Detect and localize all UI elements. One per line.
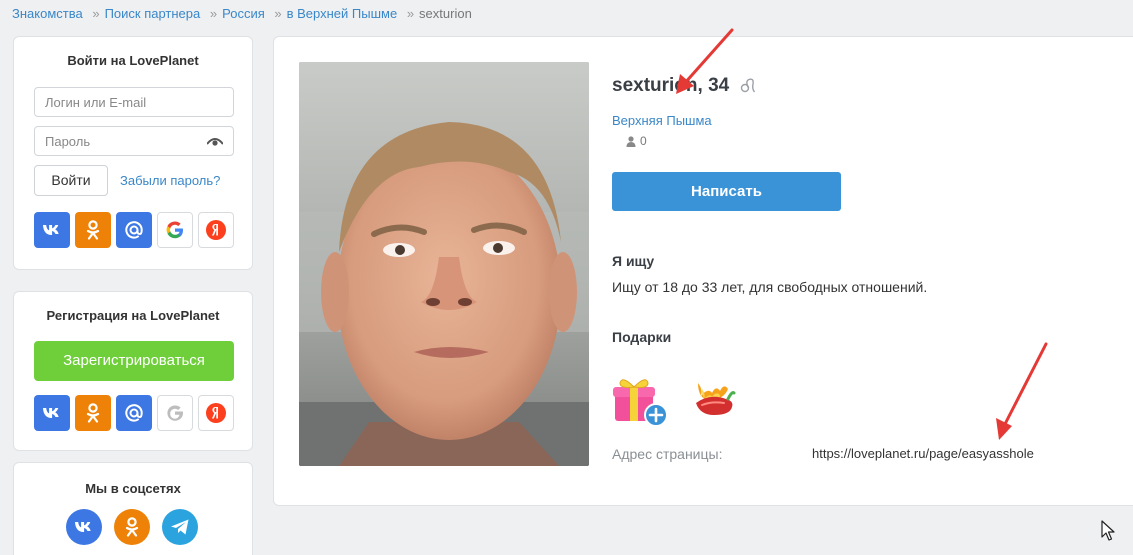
login-box: Войти на LovePlanet Логин или E-mail Пар… <box>13 36 253 270</box>
vk-register-icon[interactable] <box>34 395 70 431</box>
register-box: Регистрация на LovePlanet Зарегистрирова… <box>13 291 253 451</box>
breadcrumb-separator: » <box>274 6 282 21</box>
mouse-cursor-icon <box>1101 520 1115 541</box>
login-input[interactable]: Логин или E-mail <box>34 87 234 117</box>
password-input[interactable]: Пароль <box>34 126 234 156</box>
vk-community-icon[interactable] <box>66 509 102 545</box>
login-button[interactable]: Войти <box>34 165 108 196</box>
page-address-label: Адрес страницы: <box>612 446 723 462</box>
breadcrumb-item-russia[interactable]: Россия <box>222 6 265 21</box>
write-message-button[interactable]: Написать <box>612 172 841 211</box>
ok-community-icon[interactable] <box>114 509 150 545</box>
telegram-community-icon[interactable] <box>162 509 198 545</box>
ok-register-icon[interactable] <box>75 395 111 431</box>
profile-photo[interactable] <box>299 62 589 466</box>
login-title: Войти на LovePlanet <box>67 53 199 68</box>
breadcrumb-separator: » <box>406 6 415 21</box>
yandex-login-icon[interactable] <box>198 212 234 248</box>
ok-login-icon[interactable] <box>75 212 111 248</box>
breadcrumb-item-dating[interactable]: Знакомства <box>12 6 83 21</box>
profile-photo-image <box>299 62 589 466</box>
password-placeholder: Пароль <box>45 134 91 149</box>
gifts-heading: Подарки <box>612 329 672 345</box>
profile-city-link[interactable]: Верхняя Пышма <box>612 113 712 128</box>
social-links-row <box>66 509 198 545</box>
social-box: Мы в соцсетях <box>13 462 253 555</box>
seeking-text: Ищу от 18 до 33 лет, для свободных отнош… <box>612 279 928 295</box>
profile-card: sexturion, 34 Верхняя Пышма 0 Написать Я… <box>273 36 1133 506</box>
user-icon <box>626 135 636 147</box>
forgot-password-link[interactable]: Забыли пароль? <box>120 173 220 188</box>
vk-login-icon[interactable] <box>34 212 70 248</box>
breadcrumb: Знакомства » Поиск партнера » Россия » в Ве… <box>12 6 472 21</box>
register-social-row <box>34 395 234 431</box>
google-register-icon[interactable] <box>157 395 193 431</box>
show-password-icon[interactable] <box>207 136 223 146</box>
page-address-value: https://loveplanet.ru/page/easyasshole <box>812 446 1034 461</box>
breadcrumb-separator: » <box>209 6 218 21</box>
gift-pepper-icon[interactable] <box>690 379 736 419</box>
login-social-row <box>34 212 234 248</box>
google-login-icon[interactable] <box>157 212 193 248</box>
visitors-counter: 0 <box>626 134 647 148</box>
register-title: Регистрация на LovePlanet <box>46 308 220 323</box>
social-title: Мы в соцсетях <box>85 481 181 496</box>
add-gift-icon[interactable] <box>612 375 668 427</box>
seeking-heading: Я ищу <box>612 253 655 269</box>
breadcrumb-item-partner-search[interactable]: Поиск партнера <box>105 6 201 21</box>
profile-name: sexturion, 34 <box>612 75 730 96</box>
yandex-register-icon[interactable] <box>198 395 234 431</box>
breadcrumb-separator: » <box>92 6 100 21</box>
register-button[interactable]: Зарегистрироваться <box>34 341 234 381</box>
mailru-login-icon[interactable] <box>116 212 152 248</box>
zodiac-leo-icon <box>740 78 756 93</box>
breadcrumb-current: sexturion <box>419 6 472 21</box>
breadcrumb-item-city[interactable]: в Верхней Пышме <box>287 6 398 21</box>
visitors-count: 0 <box>640 134 647 148</box>
mailru-register-icon[interactable] <box>116 395 152 431</box>
